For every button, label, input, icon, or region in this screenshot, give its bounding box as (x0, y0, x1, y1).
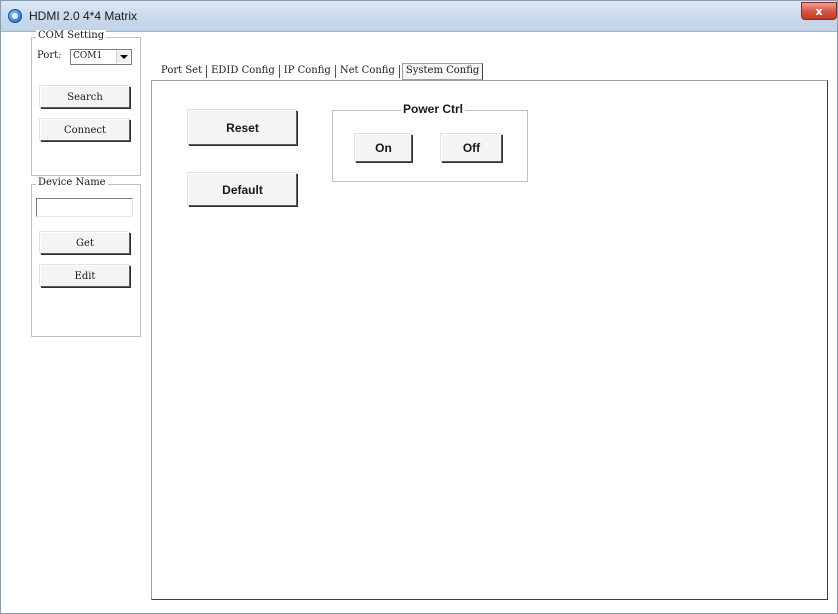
power-off-button[interactable]: Off (441, 134, 502, 162)
device-name-legend: Device Name (36, 177, 108, 188)
com-setting-group: COM Setting Port: COM1 Search Connect (31, 30, 141, 176)
default-button[interactable]: Default (188, 173, 297, 206)
tab-divider (398, 64, 400, 78)
client-area: COM Setting Port: COM1 Search Connect De… (1, 30, 837, 613)
power-on-button[interactable]: On (355, 134, 412, 162)
port-select-value: COM1 (73, 51, 103, 61)
device-name-input[interactable] (36, 198, 133, 217)
tab-net-config[interactable]: Net Config (338, 64, 397, 79)
tab-divider (334, 64, 336, 78)
close-button[interactable]: x (801, 2, 837, 20)
config-tabs: Port Set EDID Config IP Config Net Confi… (159, 62, 484, 80)
power-ctrl-group: Power Ctrl On Off (332, 102, 528, 182)
system-config-panel: Reset Default Power Ctrl On Off (151, 80, 828, 600)
reset-button[interactable]: Reset (188, 110, 297, 145)
connect-button[interactable]: Connect (40, 119, 130, 141)
com-setting-legend: COM Setting (36, 30, 107, 41)
tab-ip-config[interactable]: IP Config (282, 64, 333, 79)
device-name-group: Device Name Get Edit (31, 177, 141, 337)
port-label: Port: (37, 50, 62, 61)
tab-divider (206, 64, 208, 78)
tab-port-set[interactable]: Port Set (159, 64, 204, 79)
tab-edid-config[interactable]: EDID Config (209, 64, 277, 79)
power-ctrl-legend: Power Ctrl (401, 102, 466, 116)
port-select[interactable]: COM1 (70, 49, 132, 65)
search-button[interactable]: Search (40, 86, 130, 108)
window-title: HDMI 2.0 4*4 Matrix (29, 9, 138, 23)
edit-button[interactable]: Edit (40, 265, 130, 287)
chevron-down-icon[interactable] (116, 51, 130, 63)
tab-divider (278, 64, 280, 78)
title-bar[interactable]: HDMI 2.0 4*4 Matrix x (1, 1, 837, 32)
close-icon: x (815, 5, 823, 18)
get-button[interactable]: Get (40, 232, 130, 254)
app-window: HDMI 2.0 4*4 Matrix x COM Setting Port: … (0, 0, 838, 614)
tab-system-config[interactable]: System Config (401, 62, 484, 80)
app-globe-icon (8, 9, 22, 23)
